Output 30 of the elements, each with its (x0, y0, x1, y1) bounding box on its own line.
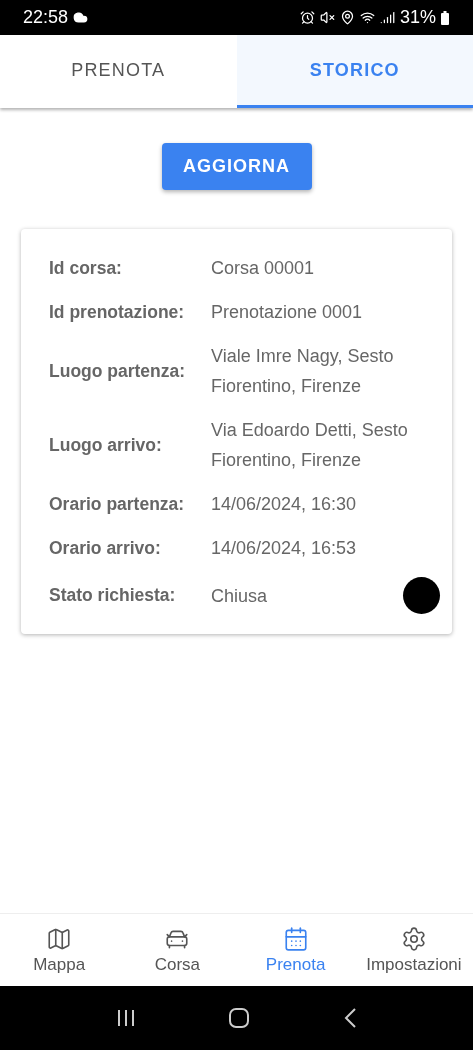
battery-icon (441, 10, 449, 25)
field-value: 14/06/2024, 16:30 (211, 493, 358, 516)
settings-icon (400, 925, 427, 952)
signal-icon (379, 10, 395, 25)
battery-percent: 31% (399, 7, 436, 28)
field-label: Id prenotazione: (49, 301, 186, 323)
field-value: 14/06/2024, 16:53 (211, 537, 358, 560)
location-icon (339, 10, 355, 25)
field-label: Luogo arrivo: (49, 434, 163, 456)
home-icon[interactable] (228, 1007, 251, 1029)
mute-icon (319, 10, 335, 25)
back-icon[interactable] (342, 1007, 357, 1029)
wifi-icon (359, 10, 375, 25)
field-value: Corsa 00001 (211, 257, 316, 280)
cloud-icon (73, 10, 89, 25)
alarm-icon (299, 10, 315, 25)
recent-apps-icon[interactable] (116, 1008, 137, 1028)
field-value: Chiusa (211, 584, 269, 608)
calendar-icon (282, 925, 309, 952)
field-label: Stato richiesta: (49, 585, 177, 606)
field-label: Luogo partenza: (49, 360, 187, 382)
field-label: Orario partenza: (49, 493, 186, 515)
field-label: Id corsa: (49, 257, 123, 279)
field-value: Viale Imre Nagy, Sesto Fiorentino, Firenze (211, 345, 395, 398)
field-value: Prenotazione 0001 (211, 301, 364, 324)
refresh-button[interactable]: AGGIORNA (161, 143, 312, 190)
status-time: 22:58 (23, 7, 69, 28)
tab[interactable]: PRENOTA (0, 35, 237, 108)
field-label: Orario arrivo: (49, 537, 162, 559)
field-value: Via Edoardo Detti, Sesto Fiorentino, Firenze (211, 419, 409, 472)
